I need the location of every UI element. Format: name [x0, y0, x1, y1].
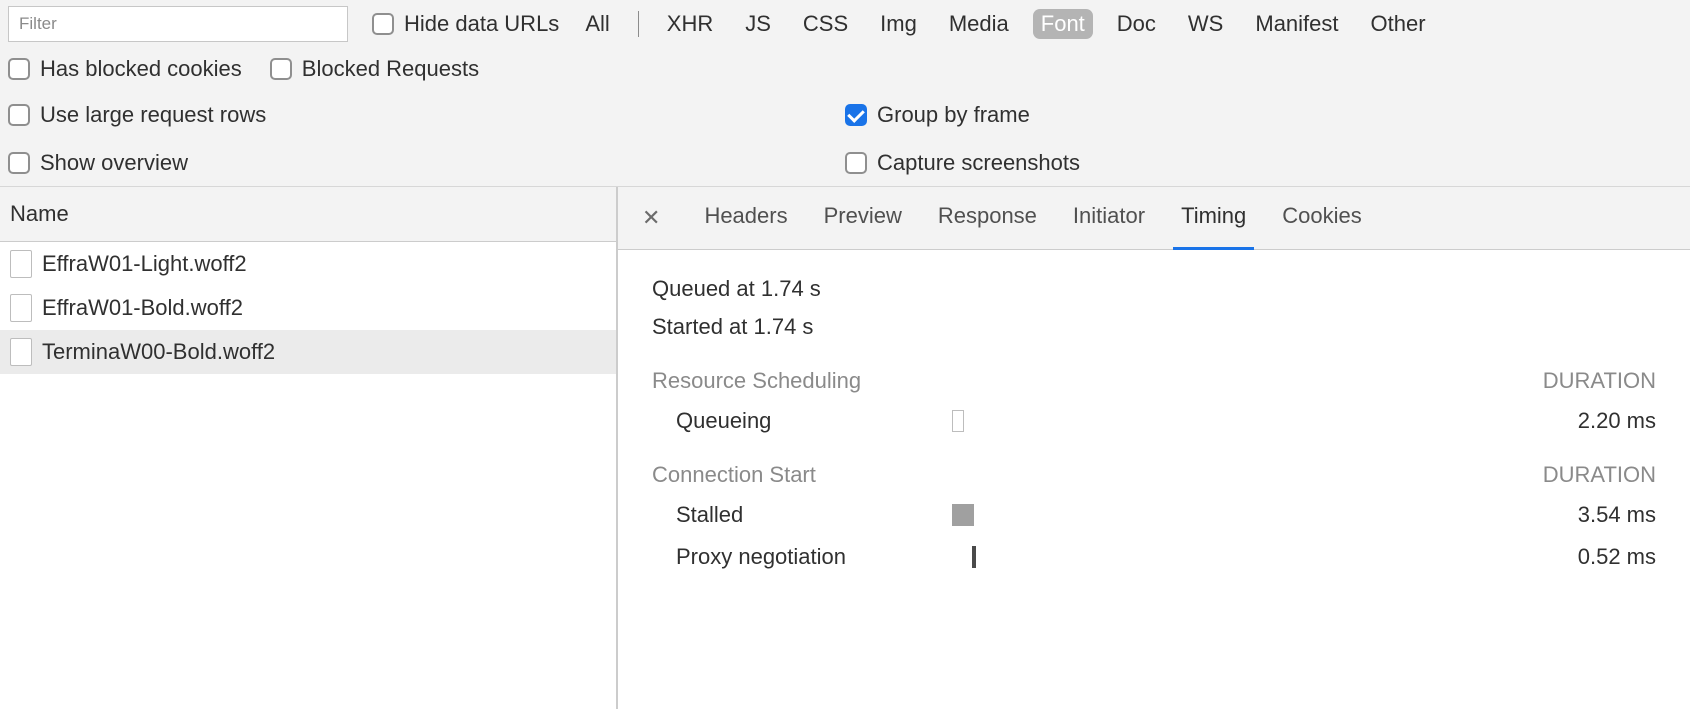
type-filter-ws[interactable]: WS: [1180, 9, 1231, 39]
checkbox-icon: [372, 13, 394, 35]
options-right-col: Group by frame Capture screenshots: [845, 102, 1682, 176]
timing-row-label: Stalled: [652, 502, 952, 528]
timing-bar-cell: [952, 546, 1516, 568]
filter-row: Hide data URLs All XHR JS CSS Img Media Font Do…: [8, 6, 1682, 42]
type-filter-bar: All XHR JS CSS Img Media Font Doc WS Manifest Othe…: [577, 9, 1433, 39]
request-name: EffraW01-Bold.woff2: [42, 295, 243, 321]
tab-headers[interactable]: Headers: [702, 197, 789, 239]
file-icon: [10, 250, 32, 278]
request-row[interactable]: EffraW01-Light.woff2: [0, 242, 616, 286]
checkbox-icon: [8, 58, 30, 80]
group-by-frame-checkbox[interactable]: Group by frame: [845, 102, 1682, 128]
has-blocked-cookies-label: Has blocked cookies: [40, 56, 242, 82]
request-list-pane: Name EffraW01-Light.woff2 EffraW01-Bold.w…: [0, 187, 618, 709]
capture-screenshots-label: Capture screenshots: [877, 150, 1080, 176]
started-at-text: Started at 1.74 s: [652, 314, 1656, 340]
type-separator: [638, 11, 639, 37]
hide-data-urls-label: Hide data URLs: [404, 11, 559, 37]
file-icon: [10, 294, 32, 322]
timing-duration: 2.20 ms: [1516, 408, 1656, 434]
capture-screenshots-checkbox[interactable]: Capture screenshots: [845, 150, 1682, 176]
timing-row-label: Proxy negotiation: [652, 544, 952, 570]
file-icon: [10, 338, 32, 366]
request-name: TerminaW00-Bold.woff2: [42, 339, 275, 365]
tab-cookies[interactable]: Cookies: [1280, 197, 1363, 239]
blocked-row: Has blocked cookies Blocked Requests: [8, 56, 1682, 82]
blocked-requests-checkbox[interactable]: Blocked Requests: [270, 56, 479, 82]
request-row[interactable]: EffraW01-Bold.woff2: [0, 286, 616, 330]
timing-bar-cell: [952, 410, 1516, 432]
blocked-requests-label: Blocked Requests: [302, 56, 479, 82]
has-blocked-cookies-checkbox[interactable]: Has blocked cookies: [8, 56, 242, 82]
tab-initiator[interactable]: Initiator: [1071, 197, 1147, 239]
hide-data-urls-checkbox[interactable]: Hide data URLs: [372, 11, 559, 37]
timing-row: Queueing 2.20 ms: [652, 408, 1656, 434]
duration-column-label: DURATION: [1543, 462, 1656, 488]
network-toolbar: Hide data URLs All XHR JS CSS Img Media Font Do…: [0, 0, 1690, 187]
timing-duration: 3.54 ms: [1516, 502, 1656, 528]
type-filter-css[interactable]: CSS: [795, 9, 856, 39]
timing-section-header: Resource Scheduling DURATION: [652, 368, 1656, 394]
tab-timing[interactable]: Timing: [1179, 197, 1248, 239]
timing-section-header: Connection Start DURATION: [652, 462, 1656, 488]
group-by-frame-label: Group by frame: [877, 102, 1030, 128]
timing-row: Proxy negotiation 0.52 ms: [652, 544, 1656, 570]
options-row: Use large request rows Show overview Gro…: [8, 102, 1682, 176]
checkbox-icon: [270, 58, 292, 80]
show-overview-label: Show overview: [40, 150, 188, 176]
type-filter-img[interactable]: Img: [872, 9, 925, 39]
use-large-rows-label: Use large request rows: [40, 102, 266, 128]
close-icon[interactable]: ✕: [636, 203, 666, 233]
type-filter-doc[interactable]: Doc: [1109, 9, 1164, 39]
timing-bar-cell: [952, 504, 1516, 526]
queued-at-text: Queued at 1.74 s: [652, 276, 1656, 302]
show-overview-checkbox[interactable]: Show overview: [8, 150, 845, 176]
detail-tabs: ✕ Headers Preview Response Initiator Timing C…: [618, 187, 1690, 250]
type-filter-font[interactable]: Font: [1033, 9, 1093, 39]
split-pane: Name EffraW01-Light.woff2 EffraW01-Bold.w…: [0, 187, 1690, 709]
timing-row: Stalled 3.54 ms: [652, 502, 1656, 528]
type-filter-other[interactable]: Other: [1363, 9, 1434, 39]
use-large-rows-checkbox[interactable]: Use large request rows: [8, 102, 845, 128]
name-column-header[interactable]: Name: [0, 187, 616, 242]
checkbox-icon: [845, 152, 867, 174]
timing-duration: 0.52 ms: [1516, 544, 1656, 570]
type-filter-js[interactable]: JS: [737, 9, 779, 39]
request-detail-pane: ✕ Headers Preview Response Initiator Timing C…: [618, 187, 1690, 709]
type-filter-all[interactable]: All: [577, 9, 617, 39]
tab-preview[interactable]: Preview: [822, 197, 904, 239]
timing-row-label: Queueing: [652, 408, 952, 434]
duration-column-label: DURATION: [1543, 368, 1656, 394]
timing-bar: [972, 546, 976, 568]
type-filter-xhr[interactable]: XHR: [659, 9, 721, 39]
type-filter-manifest[interactable]: Manifest: [1247, 9, 1346, 39]
options-left-col: Use large request rows Show overview: [8, 102, 845, 176]
checkbox-icon: [8, 104, 30, 126]
request-row[interactable]: TerminaW00-Bold.woff2: [0, 330, 616, 374]
checkbox-icon: [8, 152, 30, 174]
timing-bar: [952, 504, 974, 526]
timing-panel: Queued at 1.74 s Started at 1.74 s Resou…: [618, 250, 1690, 612]
request-name: EffraW01-Light.woff2: [42, 251, 247, 277]
checkbox-icon: [845, 104, 867, 126]
filter-input[interactable]: [8, 6, 348, 42]
type-filter-media[interactable]: Media: [941, 9, 1017, 39]
tab-response[interactable]: Response: [936, 197, 1039, 239]
timing-bar: [952, 410, 964, 432]
section-title: Resource Scheduling: [652, 368, 861, 394]
request-list: EffraW01-Light.woff2 EffraW01-Bold.woff2 T…: [0, 242, 616, 374]
section-title: Connection Start: [652, 462, 816, 488]
